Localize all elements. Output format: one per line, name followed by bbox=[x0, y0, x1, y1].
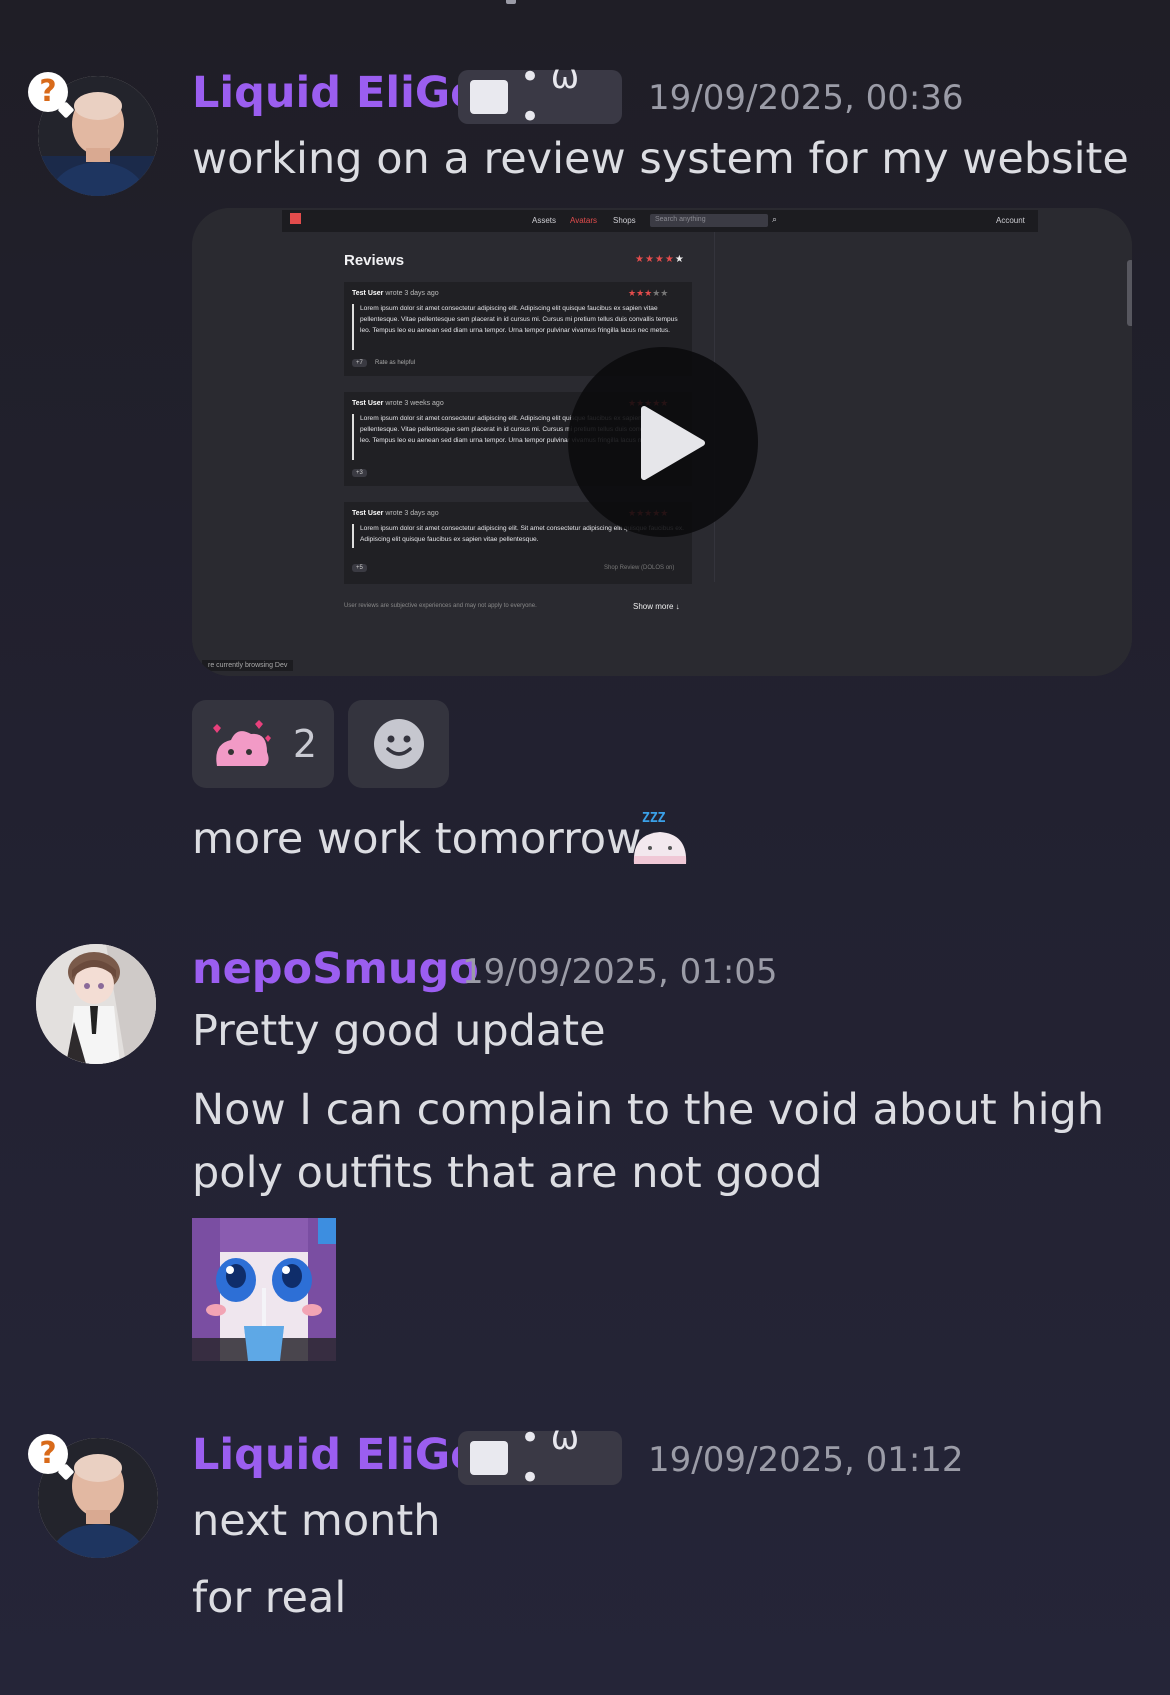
video-scrollbar bbox=[1127, 260, 1132, 326]
add-reaction-button[interactable] bbox=[348, 700, 449, 788]
show-more-button[interactable]: Show more ↓ bbox=[633, 602, 680, 611]
play-icon bbox=[641, 406, 705, 480]
timestamp: 19/09/2025, 01:12 bbox=[648, 1440, 964, 1480]
browsing-status: re currently browsing Dev bbox=[202, 660, 294, 671]
user-tag[interactable]: • ω • bbox=[458, 1418, 622, 1498]
helpful-count[interactable]: +7 bbox=[352, 359, 367, 367]
sleeping-bear-icon: ZZZ bbox=[633, 811, 687, 864]
review-when: wrote 3 days ago bbox=[385, 510, 439, 517]
review-when: wrote 3 days ago bbox=[385, 290, 439, 297]
nav-avatars[interactable]: Avatars bbox=[570, 216, 597, 225]
reaction-count: 2 bbox=[292, 722, 318, 766]
pink-blob-hearts-icon bbox=[212, 720, 271, 766]
site-search-icon[interactable]: ⌕ bbox=[772, 214, 777, 225]
author-name[interactable]: Liquid EliGe bbox=[192, 1430, 479, 1480]
nav-account[interactable]: Account bbox=[996, 216, 1025, 225]
reaction-pill[interactable]: 2 bbox=[192, 700, 334, 788]
review-meta: Shop Review (DOLOS on) bbox=[604, 565, 675, 571]
user-tag[interactable]: • ω • bbox=[458, 57, 622, 137]
review-when: wrote 3 weeks ago bbox=[385, 400, 444, 407]
site-search-placeholder: Search anything bbox=[655, 216, 706, 223]
smiley-icon bbox=[373, 719, 424, 769]
message-text: Pretty good update bbox=[192, 1006, 606, 1056]
author-name[interactable]: nepoSmugo bbox=[192, 944, 479, 994]
review-user: Test User bbox=[352, 510, 384, 517]
message-text: working on a review system for my websit… bbox=[192, 134, 1129, 184]
video-embed[interactable]: Assets Avatars Shops Search anything ⌕ A… bbox=[192, 208, 1132, 676]
status-question-icon: ? bbox=[28, 72, 68, 112]
scroll-fragment bbox=[506, 0, 516, 4]
nav-shops[interactable]: Shops bbox=[613, 216, 636, 225]
rate-helpful-button[interactable]: Rate as helpful bbox=[375, 360, 415, 366]
sticker[interactable] bbox=[192, 1218, 336, 1361]
user-tag-text: • ω • bbox=[519, 1418, 580, 1498]
helpful-count[interactable]: +3 bbox=[352, 469, 367, 477]
review-body: Lorem ipsum dolor sit amet consectetur a… bbox=[360, 305, 678, 334]
author-name[interactable]: Liquid EliGe bbox=[192, 68, 479, 118]
reviews-disclaimer: User reviews are subjective experiences … bbox=[344, 603, 537, 609]
avatar[interactable] bbox=[36, 944, 156, 1064]
message-text: more work tomorrow bbox=[192, 814, 642, 864]
reviews-heading: Reviews bbox=[344, 252, 405, 269]
anime-girl-avatar-icon bbox=[36, 944, 156, 1064]
cat-icon bbox=[470, 80, 508, 114]
site-search-input[interactable]: Search anything bbox=[650, 214, 768, 227]
message-text: next month bbox=[192, 1496, 441, 1546]
review-user: Test User bbox=[352, 290, 384, 297]
site-navbar: Assets Avatars Shops Search anything ⌕ A… bbox=[282, 210, 1038, 232]
message-text: for real bbox=[192, 1573, 347, 1623]
review-user: Test User bbox=[352, 400, 384, 407]
timestamp: 19/09/2025, 00:36 bbox=[648, 78, 964, 118]
anime-girl-drinking-sticker-icon bbox=[192, 1218, 336, 1361]
helpful-count[interactable]: +5 bbox=[352, 564, 367, 572]
site-logo-icon bbox=[290, 213, 301, 224]
user-tag-text: • ω • bbox=[519, 57, 580, 137]
play-button[interactable] bbox=[568, 347, 758, 537]
nav-assets[interactable]: Assets bbox=[532, 216, 556, 225]
message-text: poly outfits that are not good bbox=[192, 1148, 823, 1198]
status-question-icon: ? bbox=[28, 1434, 68, 1474]
overall-rating: ★★★★★ bbox=[635, 254, 685, 265]
svg-text:ZZZ: ZZZ bbox=[642, 811, 666, 826]
timestamp: 19/09/2025, 01:05 bbox=[462, 952, 778, 992]
cat-icon bbox=[470, 1441, 508, 1475]
message-text: Now I can complain to the void about hig… bbox=[192, 1085, 1105, 1135]
